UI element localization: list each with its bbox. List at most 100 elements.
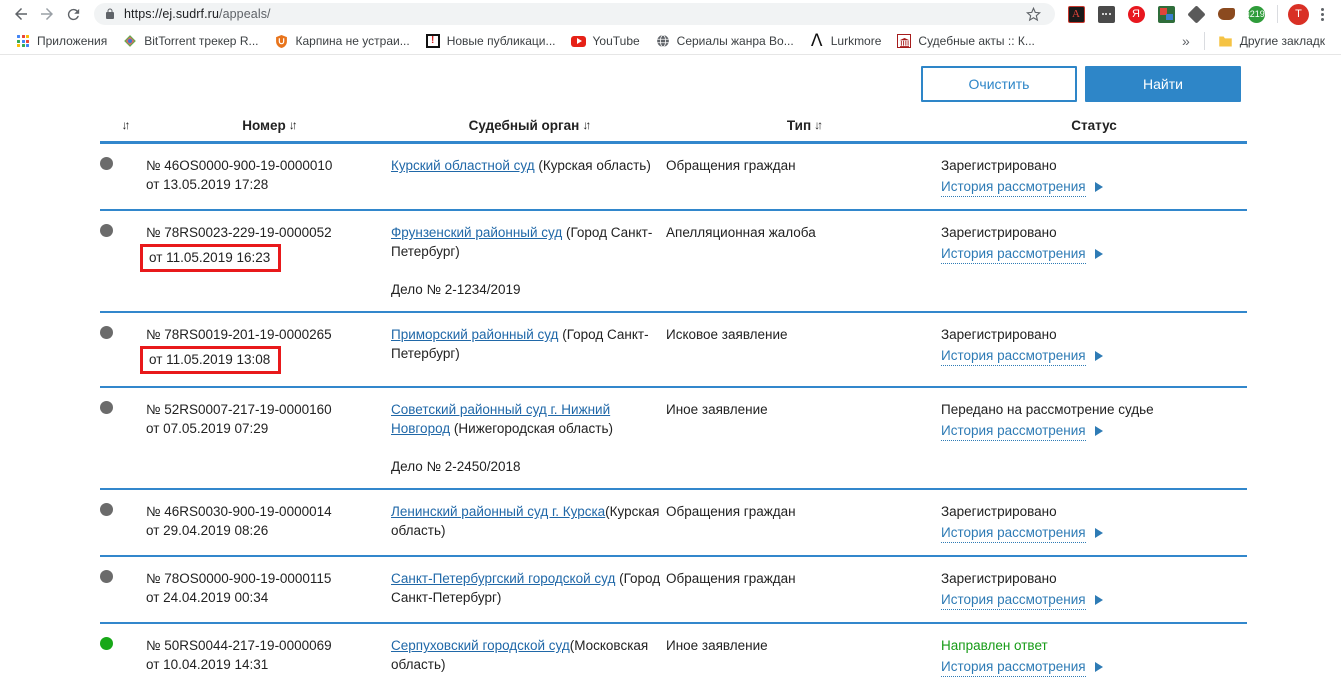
bookmark-bittorrent[interactable]: BitTorrent трекер R... bbox=[115, 31, 265, 52]
appeal-number: № 50RS0044-217-19-0000069 bbox=[146, 638, 332, 653]
table-row: № 50RS0044-217-19-0000069 от 10.04.2019 1… bbox=[100, 623, 1247, 677]
appeal-number: № 78OS0000-900-19-0000115 bbox=[146, 571, 332, 586]
address-bar[interactable]: https://ej.sudrf.ru/appeals/ bbox=[94, 3, 1055, 25]
bookmarks-bar: Приложения BitTorrent трекер R... Карпин… bbox=[0, 28, 1341, 55]
history-row: История рассмотрения bbox=[941, 588, 1247, 610]
column-header-label: Судебный орган bbox=[468, 118, 580, 133]
reload-icon[interactable] bbox=[60, 1, 86, 27]
court-link[interactable]: Курский областной суд bbox=[391, 158, 535, 173]
status-cell: Зарегистрировано История рассмотрения bbox=[941, 312, 1247, 388]
download-manager-icon[interactable]: \u2193 bbox=[1242, 3, 1270, 25]
bookmark-lurkmore[interactable]: Λ Lurkmore bbox=[802, 31, 889, 52]
appeal-type-cell: Обращения граждан bbox=[666, 556, 941, 624]
bookmark-star-icon[interactable] bbox=[1021, 6, 1045, 22]
find-button[interactable]: Найти bbox=[1085, 66, 1241, 102]
appeal-number: № 46RS0030-900-19-0000014 bbox=[146, 504, 332, 519]
apps-grid-icon bbox=[15, 33, 31, 49]
court-cell: Серпуховский городской суд(Московская об… bbox=[391, 623, 666, 677]
lambda-icon: Λ bbox=[810, 30, 823, 51]
avatar[interactable]: T bbox=[1288, 3, 1309, 25]
court-link[interactable]: Приморский районный суд bbox=[391, 327, 558, 342]
back-icon[interactable] bbox=[8, 1, 34, 27]
history-row: История рассмотрения bbox=[941, 655, 1247, 677]
court-region: (Нижегородская область) bbox=[450, 421, 613, 436]
lock-icon bbox=[104, 8, 116, 20]
adobe-acrobat-icon[interactable]: A bbox=[1064, 3, 1088, 25]
page-content: Очистить Найти ↓↑ Номер ↓↑ Судебный орган… bbox=[0, 56, 1341, 677]
table-row: № 46OS0000-900-19-0000010 от 13.05.2019 1… bbox=[100, 142, 1247, 211]
appeal-number-cell: № 46RS0030-900-19-0000014 от 29.04.2019 0… bbox=[146, 489, 391, 557]
case-number: Дело № 2-2450/2018 bbox=[391, 459, 521, 474]
status-text: Зарегистрировано bbox=[941, 327, 1057, 342]
expand-triangle-icon[interactable] bbox=[1094, 426, 1103, 436]
court-name-wrap: Фрунзенский районный суд (Город Санкт-Пе… bbox=[391, 223, 666, 261]
bookmark-other-bookmarks[interactable]: Другие закладк bbox=[1211, 31, 1332, 52]
bookmark-karpina[interactable]: Карпина не устраи... bbox=[266, 31, 416, 52]
alert-icon: ! bbox=[425, 33, 441, 49]
clear-button[interactable]: Очистить bbox=[921, 66, 1077, 102]
court-name-wrap: Санкт-Петербургский городской суд (Город… bbox=[391, 569, 666, 607]
column-header-court[interactable]: Судебный орган ↓↑ bbox=[391, 108, 666, 144]
court-link[interactable]: Серпуховский городской суд bbox=[391, 638, 570, 653]
sort-icon[interactable]: ↓↑ bbox=[582, 118, 591, 132]
column-header-label: Статус bbox=[1071, 118, 1117, 133]
appeal-number-cell: № 78RS0019-201-19-0000265 от 11.05.2019 1… bbox=[140, 312, 391, 388]
bookmark-serialy[interactable]: Сериалы жанра Во... bbox=[648, 31, 801, 52]
status-dot-icon bbox=[100, 401, 113, 414]
bookmark-court-acts[interactable]: Судебные акты :: К... bbox=[889, 31, 1041, 52]
status-text: Зарегистрировано bbox=[941, 225, 1057, 240]
url-path: /appeals/ bbox=[219, 7, 271, 21]
history-link[interactable]: История рассмотрения bbox=[941, 421, 1086, 441]
status-dot-icon bbox=[100, 570, 113, 583]
appeal-type-cell: Апелляционная жалоба bbox=[666, 210, 941, 313]
sort-icon[interactable]: ↓↑ bbox=[814, 118, 823, 132]
column-header-label: Тип bbox=[786, 118, 812, 133]
bookmarks-overflow-icon[interactable]: » bbox=[1174, 33, 1198, 49]
history-link[interactable]: История рассмотрения bbox=[941, 177, 1086, 197]
sort-icon[interactable]: ↓↑ bbox=[122, 118, 131, 132]
column-header-type[interactable]: Тип ↓↑ bbox=[666, 108, 941, 144]
history-link[interactable]: История рассмотрения bbox=[941, 523, 1086, 543]
status-indicator-cell bbox=[100, 489, 146, 557]
dice-extension-icon[interactable] bbox=[1184, 3, 1208, 25]
history-link[interactable]: История рассмотрения bbox=[941, 244, 1086, 264]
court-name-wrap: Курский областной суд (Курская область) bbox=[391, 156, 666, 175]
history-link[interactable]: История рассмотрения bbox=[941, 346, 1086, 366]
expand-triangle-icon[interactable] bbox=[1094, 351, 1103, 361]
browser-chrome: https://ej.sudrf.ru/appeals/ A Я \u2193 … bbox=[0, 0, 1341, 55]
bookmark-youtube[interactable]: YouTube bbox=[564, 31, 647, 52]
history-row: История рассмотрения bbox=[941, 521, 1247, 543]
appeal-date-highlighted: от 11.05.2019 16:23 bbox=[140, 244, 282, 272]
bookmark-label: Другие закладк bbox=[1239, 34, 1325, 48]
court-link[interactable]: Ленинский районный суд г. Курска bbox=[391, 504, 605, 519]
dots-extension-icon[interactable] bbox=[1094, 3, 1118, 25]
status-cell: Направлен ответ История рассмотрения bbox=[941, 623, 1247, 677]
appeal-number-cell: № 46OS0000-900-19-0000010 от 13.05.2019 1… bbox=[146, 142, 391, 211]
pipe-extension-icon[interactable] bbox=[1214, 3, 1238, 25]
expand-triangle-icon[interactable] bbox=[1094, 249, 1103, 259]
bookmark-apps[interactable]: Приложения bbox=[8, 31, 114, 52]
table-row: № 78OS0000-900-19-0000115 от 24.04.2019 0… bbox=[100, 556, 1247, 624]
expand-triangle-icon[interactable] bbox=[1094, 528, 1103, 538]
court-link[interactable]: Санкт-Петербургский городской суд bbox=[391, 571, 615, 586]
forward-icon[interactable] bbox=[34, 1, 60, 27]
chrome-menu-icon[interactable] bbox=[1313, 7, 1331, 21]
bookmark-new-publications[interactable]: ! Новые публикаци... bbox=[418, 31, 563, 52]
appeal-date: от 10.04.2019 14:31 bbox=[146, 657, 269, 672]
status-text: Передано на рассмотрение судье bbox=[941, 402, 1154, 417]
court-link[interactable]: Фрунзенский районный суд bbox=[391, 225, 562, 240]
court-icon bbox=[896, 33, 912, 49]
status-indicator-cell bbox=[100, 142, 146, 211]
expand-triangle-icon[interactable] bbox=[1094, 595, 1103, 605]
photo-extension-icon[interactable] bbox=[1154, 3, 1178, 25]
status-dot-icon bbox=[100, 326, 113, 339]
bookmark-label: Судебные акты :: К... bbox=[918, 34, 1035, 48]
history-link[interactable]: История рассмотрения bbox=[941, 657, 1086, 677]
yandex-icon[interactable]: Я bbox=[1124, 3, 1148, 25]
column-header-indicator[interactable]: ↓↑ bbox=[100, 108, 146, 144]
history-link[interactable]: История рассмотрения bbox=[941, 590, 1086, 610]
expand-triangle-icon[interactable] bbox=[1094, 182, 1103, 192]
expand-triangle-icon[interactable] bbox=[1094, 662, 1103, 672]
column-header-number[interactable]: Номер ↓↑ bbox=[146, 108, 391, 144]
sort-icon[interactable]: ↓↑ bbox=[289, 118, 298, 132]
